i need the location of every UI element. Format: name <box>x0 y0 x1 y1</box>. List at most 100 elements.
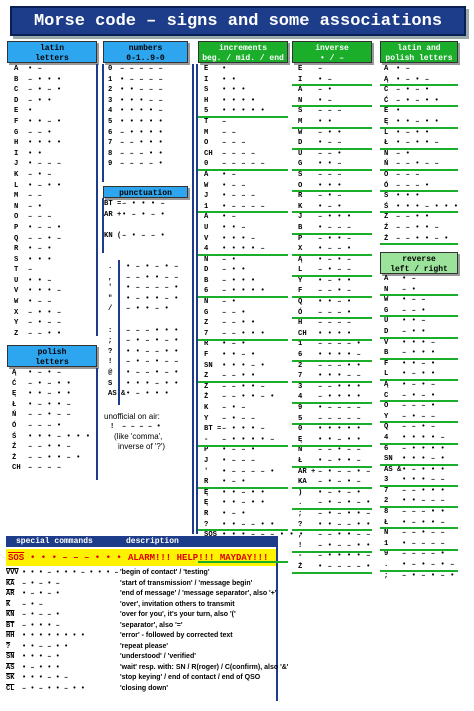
code-value: – – – – • <box>318 340 362 349</box>
code-value: • – • – <box>402 380 436 389</box>
code-value: – – • <box>222 308 247 317</box>
code-value: – – – • • • <box>126 326 179 335</box>
column-divider <box>96 64 98 336</box>
code-row: U • • – <box>204 223 304 234</box>
code-key: ' <box>108 284 113 293</box>
code-value: – – – <box>28 213 53 222</box>
code-key: 1 <box>298 340 303 349</box>
group-divider <box>292 508 372 511</box>
reverse-header: reverse left / right <box>380 252 458 274</box>
code-value: • – – – – <box>318 404 362 412</box>
code-row: W • – – <box>14 297 62 308</box>
code-value: – • <box>222 298 237 307</box>
code-value: • <box>222 65 227 73</box>
group-divider <box>380 569 458 572</box>
code-key: Ó <box>12 421 17 430</box>
code-row: A • – <box>384 64 459 75</box>
code-value: • • • – • • <box>126 379 179 388</box>
code-row: 8 – – – • • <box>108 149 163 160</box>
code-row: Z – – • • <box>204 318 304 329</box>
group-divider <box>198 529 288 532</box>
code-value: – – <box>222 128 237 137</box>
code-value: • – • – <box>28 369 62 377</box>
numbers-list: 0 – – – – – 1 • – – – – 2 • • – – – 3 • • • – –… <box>108 64 163 170</box>
command-row: HH • • • • • • • • 'error' - followed by c… <box>6 631 233 641</box>
code-value: – • – • <box>396 86 430 95</box>
code-value: • <box>396 107 401 116</box>
code-value: • – – – – <box>120 75 164 84</box>
code-row: 6 – • • • • <box>108 128 163 139</box>
code-key: Ź <box>12 443 17 452</box>
code-value: • – • • – • <box>126 294 179 303</box>
command-description: 'closing down' <box>120 684 169 692</box>
command-key: K <box>6 600 11 609</box>
code-row: G – – • <box>204 308 304 319</box>
header-line: letters <box>35 358 69 367</box>
command-key: KN <box>6 611 15 619</box>
code-key: ; <box>108 337 113 346</box>
code-row: J – • • • <box>298 212 371 223</box>
code-key: Ą <box>298 255 303 264</box>
code-row: L • – • • <box>14 181 62 192</box>
code-row: CH – – – – <box>204 149 304 160</box>
code-row: Ł • – • • – <box>12 400 91 411</box>
code-key: Z <box>204 319 209 328</box>
code-value: • – – <box>222 181 247 190</box>
unofficial-code: ! – – – – • <box>110 422 165 432</box>
code-key: W <box>204 181 209 190</box>
code-value: – – • • – • <box>28 453 81 462</box>
command-key: BT <box>6 621 15 630</box>
code-key: N <box>14 202 19 211</box>
code-key: A <box>298 86 303 95</box>
code-key: N <box>204 298 209 307</box>
code-key: / <box>108 305 113 314</box>
code-value: – • – – <box>28 319 62 328</box>
code-key: O <box>384 170 389 179</box>
code-value: – • – – • <box>122 231 166 240</box>
code-value: • • • – <box>402 338 436 347</box>
code-row: B – • • • <box>204 276 304 287</box>
code-key: E <box>384 107 389 116</box>
code-value: – • • • • <box>120 128 164 137</box>
latin-polish-header: latin and polish letters <box>380 41 458 63</box>
group-divider <box>380 294 458 297</box>
code-key: M <box>204 128 209 137</box>
code-key: I <box>204 75 209 84</box>
header-line: beg. / mid. / end <box>202 54 284 63</box>
header-line: reverse <box>402 255 436 264</box>
command-code: • • • – • <box>22 653 60 661</box>
code-row: BT = – • • • – <box>204 424 304 435</box>
code-value: – – • • • <box>120 139 164 148</box>
command-code: – • – • • – • • <box>22 684 86 693</box>
group-divider <box>198 169 288 171</box>
code-row: S • • • <box>204 85 304 96</box>
code-key: 1 <box>108 75 113 84</box>
code-key: 8 <box>108 149 113 158</box>
code-key: 9 <box>384 550 389 559</box>
code-row: AS & • – • • • <box>108 389 179 400</box>
code-key: 4 <box>108 107 113 116</box>
code-key: S <box>384 192 389 201</box>
code-key: R <box>14 245 19 254</box>
group-divider <box>380 84 458 87</box>
command-key: VVV <box>6 569 19 577</box>
code-row: Ę • • – • • <box>204 498 304 509</box>
header-line: letters <box>35 54 69 63</box>
code-row: L • – • • <box>384 128 459 139</box>
code-value: – – – – – <box>120 65 164 73</box>
code-row: U – – • <box>298 149 371 160</box>
code-row: ' • – – – – • <box>204 467 304 478</box>
code-row: 6 – • • • • <box>384 444 455 455</box>
code-value: • – • – <box>318 255 352 264</box>
note-line: unofficial on air: <box>104 412 160 421</box>
column-divider <box>102 64 104 182</box>
code-key: C <box>14 86 19 95</box>
code-row: Y – • – – <box>204 414 304 425</box>
code-key: 5 <box>108 117 113 126</box>
code-value: – • • – <box>318 234 352 243</box>
code-key: H <box>298 319 303 328</box>
header-line: latin and <box>397 44 441 53</box>
code-row: C – • – • <box>14 85 62 96</box>
code-key: , <box>298 531 303 540</box>
code-key: Ć <box>12 379 17 388</box>
